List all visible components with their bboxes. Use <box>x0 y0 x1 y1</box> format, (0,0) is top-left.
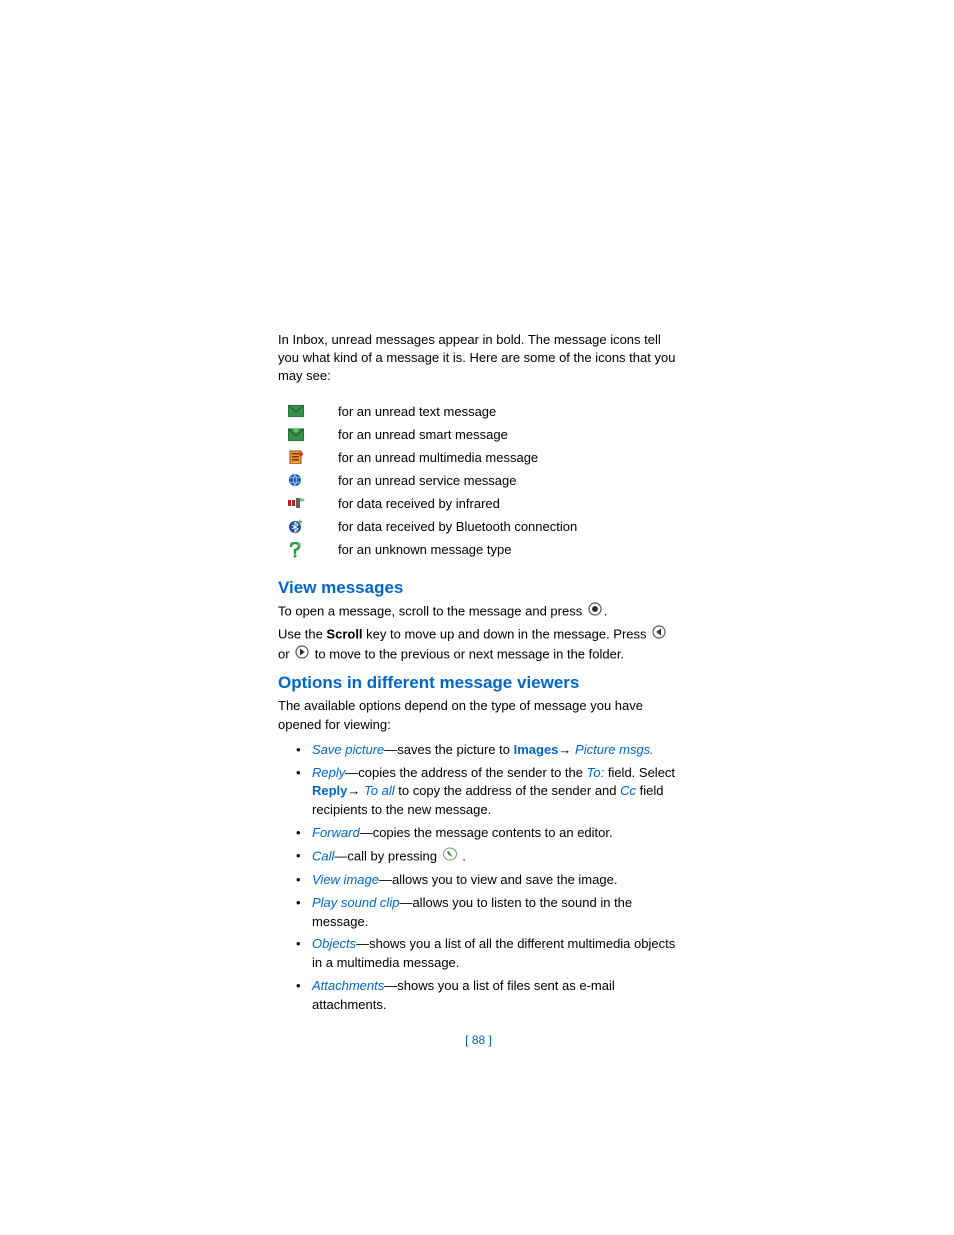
scroll-press-icon <box>588 602 602 622</box>
table-row: for an unknown message type <box>278 538 679 562</box>
unread-service-icon <box>278 469 338 492</box>
table-row: for data received by infrared <box>278 492 679 515</box>
infrared-icon <box>278 492 338 515</box>
list-item: Forward—copies the message contents to a… <box>296 824 679 843</box>
icon-label: for an unread text message <box>338 400 679 423</box>
unknown-msg-icon <box>278 538 338 562</box>
list-item: Reply—copies the address of the sender t… <box>296 764 679 821</box>
options-heading: Options in different message viewers <box>278 673 679 693</box>
list-item: Save picture—saves the picture to Images… <box>296 741 679 760</box>
icon-label: for an unread smart message <box>338 423 679 446</box>
open-message-text: To open a message, scroll to the message… <box>278 602 679 622</box>
table-row: for an unread smart message <box>278 423 679 446</box>
icon-legend-table: for an unread text message for an unread… <box>278 400 679 562</box>
page-number: [ 88 ] <box>278 1033 679 1047</box>
list-item: Attachments—shows you a list of files se… <box>296 977 679 1015</box>
list-item: Objects—shows you a list of all the diff… <box>296 935 679 973</box>
icon-label: for an unread service message <box>338 469 679 492</box>
list-item: View image—allows you to view and save t… <box>296 871 679 890</box>
list-item: Call—call by pressing . <box>296 847 679 867</box>
unread-smart-icon <box>278 423 338 446</box>
list-item: Play sound clip—allows you to listen to … <box>296 894 679 932</box>
options-intro: The available options depend on the type… <box>278 697 679 735</box>
options-list: Save picture—saves the picture to Images… <box>296 741 679 1015</box>
intro-text: In Inbox, unread messages appear in bold… <box>278 331 679 386</box>
icon-label: for an unread multimedia message <box>338 446 679 469</box>
icon-label: for data received by Bluetooth connectio… <box>338 515 679 538</box>
page-content: In Inbox, unread messages appear in bold… <box>0 0 954 1047</box>
scroll-left-icon <box>652 625 666 645</box>
unread-text-icon <box>278 400 338 423</box>
call-key-icon <box>443 847 457 867</box>
icon-label: for data received by infrared <box>338 492 679 515</box>
icon-label: for an unknown message type <box>338 538 679 562</box>
unread-mms-icon <box>278 446 338 469</box>
scroll-key-text: Use the Scroll key to move up and down i… <box>278 625 679 665</box>
table-row: for data received by Bluetooth connectio… <box>278 515 679 538</box>
bluetooth-icon <box>278 515 338 538</box>
scroll-right-icon <box>295 645 309 665</box>
table-row: for an unread service message <box>278 469 679 492</box>
table-row: for an unread multimedia message <box>278 446 679 469</box>
table-row: for an unread text message <box>278 400 679 423</box>
view-messages-heading: View messages <box>278 578 679 598</box>
